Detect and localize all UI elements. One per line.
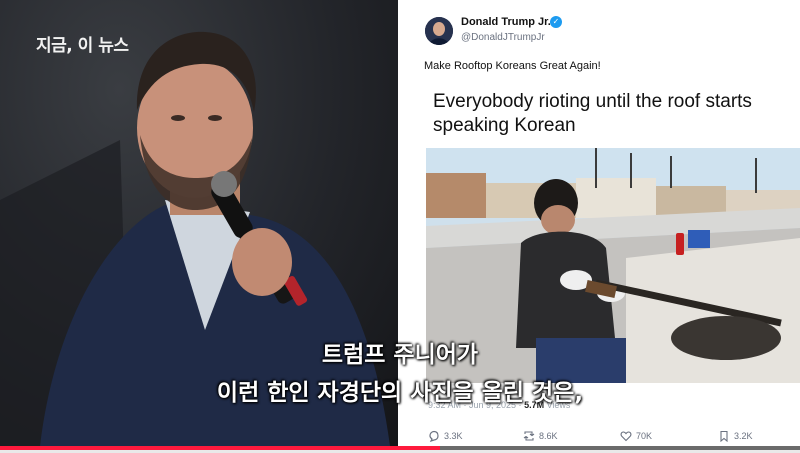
avatar[interactable] <box>425 17 453 45</box>
author-handle[interactable]: @DonaldJTrumpJr <box>461 32 545 43</box>
subtitle-line-2: 이런 한인 자경단의 사진을 올린 것은, <box>216 380 584 406</box>
author-name[interactable]: Donald Trump Jr. <box>461 16 551 28</box>
verified-badge-icon: ✓ <box>550 16 562 28</box>
repost-icon <box>523 431 535 441</box>
meme-caption: Everyobody rioting until the roof starts… <box>433 91 752 136</box>
tweet-text: Make Rooftop Koreans Great Again! <box>424 60 601 72</box>
bookmark-icon <box>720 430 728 442</box>
like-button[interactable]: 70K <box>620 430 652 442</box>
video-frame[interactable]: 지금, 이 뉴스 Donald Trump Jr. ✓ @DonaldJTrum… <box>0 0 800 446</box>
subtitle-line-1: 트럼프 주니어가 <box>321 342 479 368</box>
bookmark-button[interactable]: 3.2K <box>718 430 753 442</box>
repost-button[interactable]: 8.6K <box>523 430 558 442</box>
reply-icon <box>429 430 439 442</box>
tweet-actions: 3.3K 8.6K 70K 3.2K <box>428 430 798 444</box>
channel-watermark: 지금, 이 뉴스 <box>36 36 129 56</box>
like-icon <box>620 431 632 442</box>
reply-button[interactable]: 3.3K <box>428 430 463 442</box>
reply-count: 3.3K <box>444 431 463 441</box>
repost-count: 8.6K <box>539 431 558 441</box>
like-count: 70K <box>636 431 653 441</box>
bookmark-count: 3.2K <box>734 431 753 441</box>
